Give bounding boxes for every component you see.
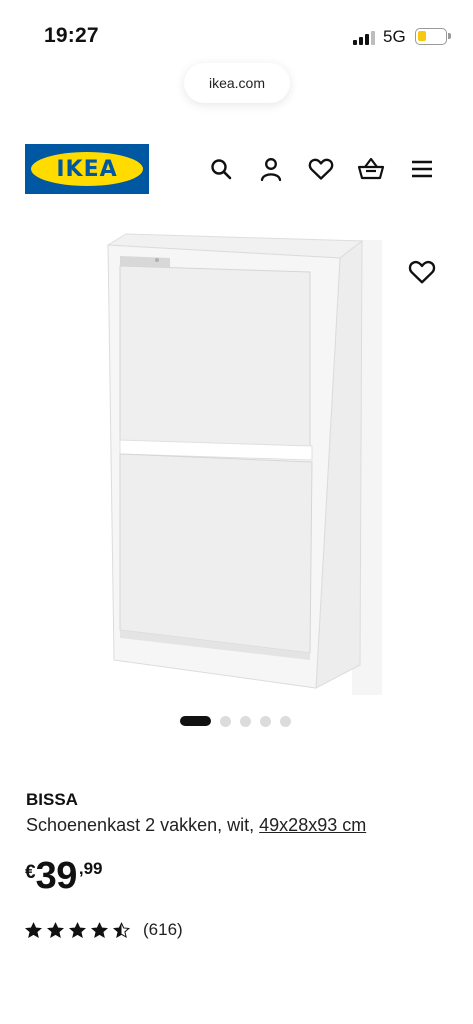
heart-icon[interactable]	[307, 155, 335, 183]
carousel-dot[interactable]	[220, 715, 231, 727]
carousel-dot[interactable]	[180, 716, 211, 726]
search-icon[interactable]	[207, 155, 235, 183]
battery-tip	[448, 33, 451, 39]
url-text: ikea.com	[208, 75, 266, 91]
status-bar: 19:27 5G	[0, 0, 473, 70]
carousel-dot[interactable]	[280, 715, 291, 727]
carousel-dot[interactable]	[260, 715, 271, 727]
product-image[interactable]	[0, 220, 473, 710]
carousel-indicator[interactable]	[180, 714, 291, 728]
star-full-icon	[25, 921, 42, 938]
carousel-dot[interactable]	[240, 715, 251, 727]
price-decimal: ,99	[78, 859, 103, 878]
logo-oval: IKEA	[31, 152, 143, 186]
product-description-text: Schoenenkast 2 vakken, wit,	[26, 815, 255, 835]
product-rating[interactable]: (616)	[25, 919, 183, 941]
dimensions-link[interactable]: 49x28x93 cm	[259, 815, 366, 835]
battery-level	[418, 31, 426, 41]
rating-count: (616)	[143, 920, 183, 939]
address-bar[interactable]: ikea.com	[184, 63, 290, 103]
price-integer: 39	[35, 855, 78, 897]
logo-text: IKEA	[56, 156, 118, 182]
star-full-icon	[47, 921, 64, 938]
star-half-icon	[113, 921, 130, 938]
ikea-logo[interactable]: IKEA	[25, 144, 149, 194]
favorite-icon[interactable]	[408, 259, 436, 287]
menu-icon[interactable]	[408, 155, 436, 183]
price-currency: €	[25, 862, 36, 883]
product-name: BISSA	[26, 790, 78, 809]
status-time: 19:27	[44, 24, 99, 47]
product-price: € 39 ,99	[25, 855, 103, 900]
rating-stars	[25, 921, 130, 939]
user-icon[interactable]	[257, 155, 285, 183]
network-type: 5G	[383, 27, 406, 46]
signal-icon	[353, 30, 377, 45]
star-full-icon	[69, 921, 86, 938]
battery-icon	[415, 28, 447, 45]
site-header: IKEA	[0, 140, 473, 200]
basket-icon[interactable]	[357, 155, 385, 183]
product-description: Schoenenkast 2 vakken, wit, 49x28x93 cm	[26, 815, 366, 836]
star-full-icon	[91, 921, 108, 938]
